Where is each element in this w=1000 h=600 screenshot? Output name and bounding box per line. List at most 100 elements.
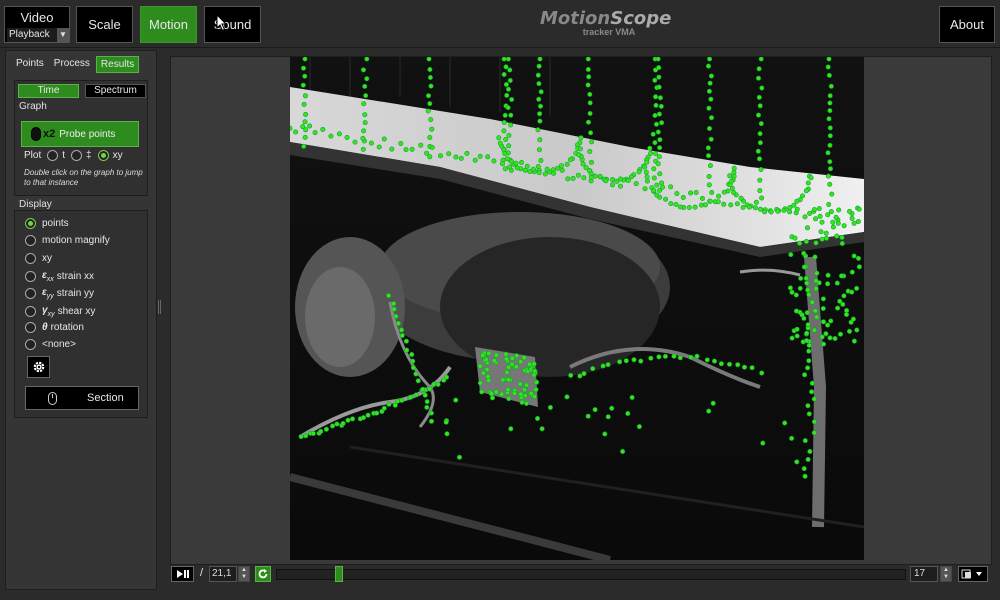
tracking-point <box>336 131 342 137</box>
tracking-point <box>477 380 483 386</box>
probe-points-button[interactable]: x2 Probe points <box>21 121 139 147</box>
tracking-point <box>802 372 808 378</box>
tracking-point <box>657 145 663 151</box>
display-option-xy[interactable]: xy <box>25 252 52 264</box>
plot-radio-t[interactable] <box>47 150 59 161</box>
tracking-point <box>427 386 433 392</box>
display-radio[interactable] <box>25 321 36 333</box>
display-option-rotation[interactable]: θ rotation <box>25 321 84 333</box>
tracking-point <box>403 147 409 153</box>
tracking-point <box>819 334 825 340</box>
settings-button[interactable] <box>27 356 50 378</box>
timeline-track[interactable] <box>276 569 906 580</box>
speed-input[interactable]: 17 <box>910 566 938 582</box>
motion-button[interactable]: Motion <box>140 6 197 43</box>
tracking-point <box>655 57 661 62</box>
speed-stepper[interactable]: ▲ ▼ <box>940 566 952 582</box>
tracking-point <box>507 67 513 73</box>
tracking-point <box>753 199 759 205</box>
graph-header: Graph <box>19 101 47 112</box>
view-layout-button[interactable] <box>958 566 988 582</box>
display-radio[interactable] <box>25 235 36 247</box>
tracking-point <box>709 190 715 196</box>
panel-splitter[interactable] <box>158 300 161 314</box>
tracking-point <box>642 164 648 170</box>
frame-stepper[interactable]: ▲ ▼ <box>238 566 250 582</box>
tracking-point <box>834 233 840 239</box>
tab-process[interactable]: Process <box>50 56 94 73</box>
tracking-point <box>340 420 346 426</box>
loop-button[interactable] <box>255 566 271 582</box>
tracking-point <box>504 156 510 162</box>
tab-results[interactable]: Results <box>95 56 140 73</box>
mode-dropdown[interactable]: Playback ▼ <box>7 28 69 42</box>
tracking-point <box>490 395 496 401</box>
tracking-point <box>585 57 591 62</box>
tracking-point <box>825 64 831 70</box>
sound-button[interactable]: Sound <box>204 6 261 43</box>
tracking-point <box>827 100 833 106</box>
tab-points[interactable]: Points <box>12 56 48 73</box>
tracking-point <box>323 426 329 432</box>
tracking-point <box>820 296 826 302</box>
video-mode-selector[interactable]: Video Playback ▼ <box>4 6 70 43</box>
about-button[interactable]: About <box>939 6 995 43</box>
tracking-point <box>485 374 491 380</box>
scale-button[interactable]: Scale <box>76 6 133 43</box>
time-button[interactable]: Time <box>18 84 79 98</box>
tracking-point <box>793 292 799 298</box>
tracking-point <box>609 405 615 411</box>
display-option-strain-xx[interactable]: εxx strain xx <box>25 270 94 283</box>
tracking-point <box>496 135 502 141</box>
video-frame[interactable] <box>290 57 864 560</box>
tracking-point <box>303 433 309 439</box>
tracking-point <box>758 121 764 127</box>
frame-input[interactable]: 21,1 <box>209 566 237 582</box>
tracking-point <box>578 135 584 141</box>
display-radio[interactable] <box>25 252 36 264</box>
tracking-point <box>301 143 307 149</box>
tracking-point <box>443 419 449 425</box>
tracking-point <box>651 175 657 181</box>
section-button-label: Section <box>87 392 124 404</box>
tracking-point <box>839 235 845 241</box>
chevron-down-icon[interactable]: ▼ <box>57 28 69 42</box>
display-option-points[interactable]: points <box>25 218 69 229</box>
tracking-point <box>856 264 862 270</box>
tracking-point <box>644 159 650 165</box>
mouse-icon <box>48 391 57 405</box>
tracking-point <box>536 147 542 153</box>
tracking-point <box>817 213 823 219</box>
tracking-point <box>809 380 815 386</box>
tracking-point <box>503 356 509 362</box>
display-radio[interactable] <box>25 218 36 229</box>
tracking-point <box>826 116 832 122</box>
tracking-point <box>300 82 306 88</box>
section-button[interactable]: Section <box>25 386 139 410</box>
plot-radio-hash[interactable] <box>71 150 83 161</box>
tracking-point <box>757 103 763 109</box>
spectrum-button[interactable]: Spectrum <box>85 84 146 98</box>
display-radio[interactable] <box>25 288 36 300</box>
tracking-point <box>644 174 650 180</box>
plot-radio-xy[interactable] <box>97 150 109 161</box>
display-radio[interactable] <box>25 305 36 317</box>
tracking-point <box>480 352 486 358</box>
tracking-point <box>827 93 833 99</box>
display-option-shear-xy[interactable]: γxy shear xy <box>25 305 95 318</box>
display-option-none[interactable]: <none> <box>25 339 76 351</box>
display-option-strain-yy[interactable]: εyy strain yy <box>25 287 94 300</box>
play-pause-button[interactable] <box>171 566 194 582</box>
tracking-point <box>650 131 656 137</box>
display-radio[interactable] <box>25 270 36 282</box>
tracking-point <box>502 166 508 172</box>
tracking-point <box>838 273 844 279</box>
timeline-thumb[interactable] <box>335 566 343 582</box>
display-radio[interactable] <box>25 339 36 351</box>
display-option-motion-magnify[interactable]: motion magnify <box>25 235 110 247</box>
tracking-point <box>686 205 692 211</box>
tracking-point <box>514 165 520 171</box>
tracking-point <box>707 57 713 62</box>
tracking-point <box>518 359 524 365</box>
tracking-point <box>312 130 318 136</box>
